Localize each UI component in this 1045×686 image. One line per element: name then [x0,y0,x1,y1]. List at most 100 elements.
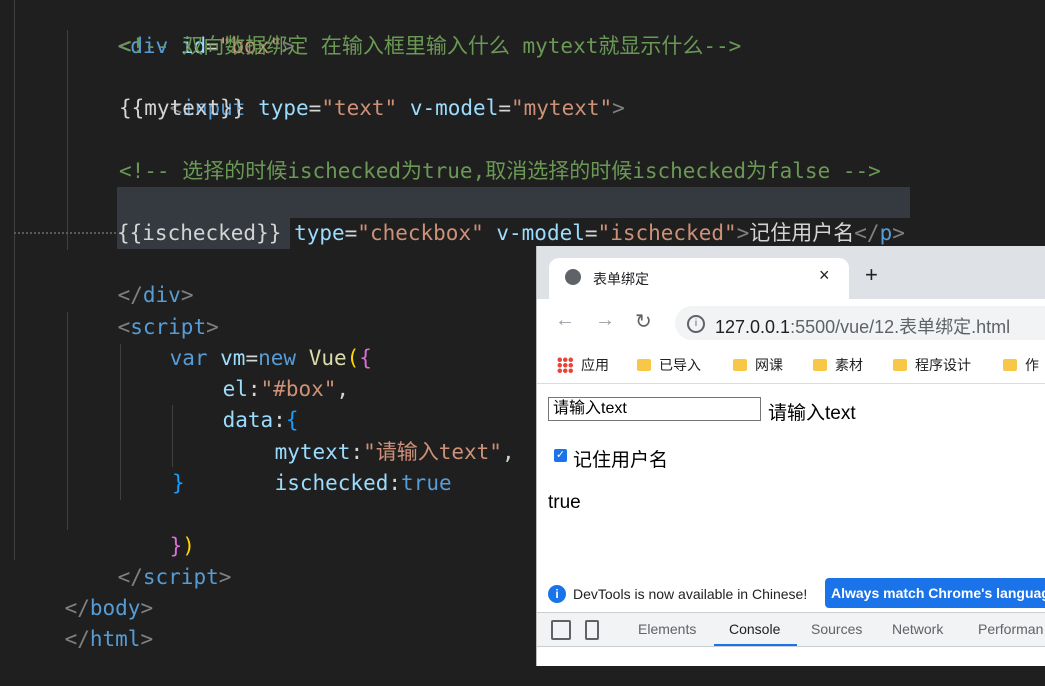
code-token: type [281,221,345,245]
reload-button[interactable]: ↻ [635,309,652,334]
bookmark-imported[interactable]: 已导入 [637,355,701,375]
code-line-9: </div> [67,249,194,307]
code-line-1: <div id="box"> [67,0,295,58]
code-line-10: <script> [67,281,219,339]
code-token: > [736,221,750,245]
notice-text: DevTools is now available in Chinese! [573,586,808,602]
info-icon[interactable]: i [687,315,705,333]
bookmark-label: 网课 [755,357,783,373]
code-token: "ischecked" [597,221,737,245]
checkbox-label: 记住用户名 [573,450,669,471]
code-line-4: {{mytext}} [119,96,246,120]
tab-console[interactable]: Console [729,621,780,637]
code-line-6: <!-- 选择的时候ischecked为true,取消选择的时候ischecke… [119,159,881,183]
remember-username-checkbox[interactable]: ✓ [554,449,567,462]
url-text: 127.0.0.1:5500/vue/12.表单绑定.html [715,313,1010,339]
back-button[interactable]: ← [555,309,575,332]
folder-icon [813,359,827,371]
devtools-language-notice: i DevTools is now available in Chinese! … [537,574,1045,612]
bookmark-more[interactable]: 作 [1003,355,1039,375]
code-token: > [218,565,232,589]
code-token: type [245,96,309,120]
bookmark-label: 素材 [835,357,863,373]
code-token: v-model [397,96,499,120]
code-token: , [501,440,515,464]
globe-icon [565,269,581,285]
bookmarks-bar: 应用 已导入 网课 素材 程序设计 作 [537,345,1045,384]
inspect-icon[interactable] [551,620,571,640]
code-token: : [388,471,402,495]
bookmark-materials[interactable]: 素材 [813,355,863,375]
address-bar[interactable]: i 127.0.0.1:5500/vue/12.表单绑定.html [675,306,1045,340]
info-icon: i [548,585,566,603]
device-toolbar-icon[interactable] [585,620,599,640]
code-token: script [142,565,219,589]
code-token: </ [64,627,90,651]
code-token: > [612,96,625,120]
code-line-14: mytext:"请输入text", [224,406,515,464]
code-token: ischecked [274,471,389,495]
code-token: = [584,221,598,245]
code-token: v-model [483,221,585,245]
code-token: p [879,221,893,245]
bookmark-label: 已导入 [659,357,701,373]
code-line-17: }) [119,500,195,558]
code-token: "text" [321,96,398,120]
code-line-19: </body> [14,562,154,620]
code-token: html [89,627,141,651]
code-token: = [498,96,511,120]
code-line-12: el:"#box", [172,343,349,401]
bookmark-online-courses[interactable]: 网课 [733,355,783,375]
folder-icon [893,359,907,371]
ischecked-display: true [548,492,581,513]
indent-guide [14,0,15,560]
url-path: :5500/vue/12.表单绑定.html [790,317,1011,337]
tab-network[interactable]: Network [892,621,943,637]
whitespace-dots [14,232,116,240]
code-line-15: ischecked:true [224,437,452,495]
match-language-button[interactable]: Always match Chrome's language [825,578,1045,608]
url-host: 127.0.0.1 [715,317,791,337]
bookmark-programming[interactable]: 程序设计 [893,355,971,375]
folder-icon [733,359,747,371]
code-token: true [401,471,452,495]
tab-elements[interactable]: Elements [638,621,696,637]
tab-sources[interactable]: Sources [811,621,862,637]
code-line-8: {{ischecked}} [117,218,290,249]
tab-bar: 表单绑定 × + [537,246,1045,299]
bookmark-label: 作 [1025,357,1039,373]
code-token: { [359,346,372,370]
mytext-input[interactable]: 请输入text [548,397,761,421]
forward-button[interactable]: → [595,309,615,332]
close-icon[interactable]: × [819,265,830,286]
code-token: 记住用户名 [749,221,855,245]
folder-icon [1003,359,1017,371]
code-line-11: var vm=new Vue({ [119,312,372,370]
new-tab-button[interactable]: + [865,262,878,288]
code-token: , [336,377,350,401]
code-line-7: <p><input type="checkbox" v-model="ische… [117,187,910,245]
bookmark-label: 程序设计 [915,357,971,373]
code-token: = [308,96,322,120]
code-token: "mytext" [511,96,613,120]
devtools-tabbar: Elements Console Sources Network Perform… [537,612,1045,646]
code-token: "checkbox" [357,221,484,245]
tab-form-binding[interactable]: 表单绑定 × [549,258,849,299]
folder-icon [637,359,651,371]
code-token: = [344,221,358,245]
code-line-2: <!-- 双向数据绑定 在输入框里输入什么 mytext就显示什么--> [119,34,742,58]
bookmark-apps[interactable]: 应用 [557,355,609,375]
code-line-13: data:{ [172,374,299,432]
page-content: 请输入text 请输入text ✓ 记住用户名 true [537,384,1045,574]
browser-window: 表单绑定 × + ← → ↻ i 127.0.0.1:5500/vue/12.表… [536,246,1045,666]
apps-icon [557,357,573,373]
code-token: > [140,627,154,651]
code-line-18: </script> [67,531,232,589]
bookmark-label: 应用 [581,357,609,373]
code-token: > [892,221,905,245]
code-token: </ [854,221,880,245]
browser-toolbar: ← → ↻ i 127.0.0.1:5500/vue/12.表单绑定.html [537,299,1045,345]
tab-performance[interactable]: Performan [978,621,1043,637]
mytext-display: 请输入text [768,403,856,424]
tab-title: 表单绑定 [593,271,649,287]
